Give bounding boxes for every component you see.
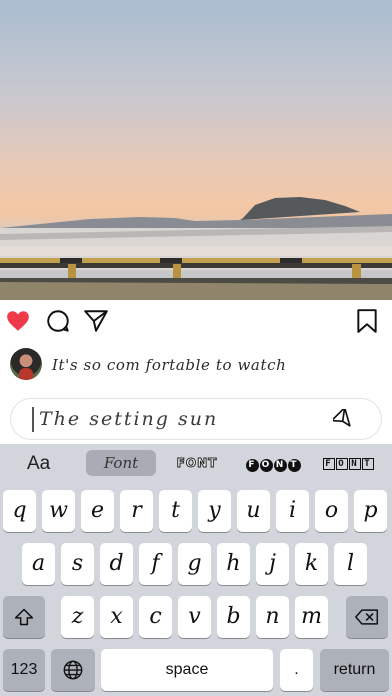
bookmark-icon[interactable]	[354, 308, 380, 334]
key-y[interactable]: y	[198, 490, 231, 532]
key-v[interactable]: v	[178, 596, 211, 638]
font-letter: T	[361, 458, 374, 470]
post-photo[interactable]	[0, 0, 392, 300]
key-o[interactable]: o	[315, 490, 348, 532]
font-style-bar: Aa Font FONT FONT FONT	[0, 444, 392, 482]
font-letter: T	[287, 459, 301, 472]
shift-icon	[14, 608, 34, 626]
keyboard: Aa Font FONT FONT FONT q w e r t y u i o…	[0, 444, 392, 696]
key-h[interactable]: h	[217, 543, 250, 585]
font-letter: N	[348, 458, 361, 470]
key-q[interactable]: q	[3, 490, 36, 532]
font-option-circled[interactable]: FONT	[242, 450, 304, 476]
font-option-outline[interactable]: FONT	[165, 450, 229, 476]
avatar[interactable]	[10, 348, 42, 380]
key-e[interactable]: e	[81, 490, 114, 532]
delete-key[interactable]	[346, 596, 388, 638]
key-n[interactable]: n	[256, 596, 289, 638]
backspace-icon	[355, 609, 379, 625]
font-option-script[interactable]: Font	[86, 450, 156, 476]
key-f[interactable]: f	[139, 543, 172, 585]
globe-icon	[63, 660, 83, 680]
key-z[interactable]: z	[61, 596, 94, 638]
key-s[interactable]: s	[61, 543, 94, 585]
comment-row: It's so com fortable to watch	[0, 344, 392, 388]
key-x[interactable]: x	[100, 596, 133, 638]
key-t[interactable]: t	[159, 490, 192, 532]
key-d[interactable]: d	[100, 543, 133, 585]
key-b[interactable]: b	[217, 596, 250, 638]
key-m[interactable]: m	[295, 596, 328, 638]
font-letter: F	[322, 458, 335, 470]
font-letter: O	[335, 458, 348, 470]
key-g[interactable]: g	[178, 543, 211, 585]
sunset-photo	[0, 197, 392, 300]
key-r[interactable]: r	[120, 490, 153, 532]
font-letter: N	[273, 459, 287, 472]
numbers-key[interactable]: 123	[3, 649, 45, 691]
key-i[interactable]: i	[276, 490, 309, 532]
key-c[interactable]: c	[139, 596, 172, 638]
input-value: The setting sun	[39, 408, 219, 430]
comment-text: It's so com fortable to watch	[52, 356, 287, 374]
shift-key[interactable]	[3, 596, 45, 638]
key-j[interactable]: j	[256, 543, 289, 585]
font-option-boxed[interactable]: FONT	[318, 450, 378, 476]
heart-icon[interactable]	[5, 308, 31, 334]
comment-input[interactable]: The setting sun	[10, 398, 382, 440]
post-actions	[0, 300, 392, 340]
send-icon[interactable]	[83, 308, 109, 334]
space-key[interactable]: space	[101, 649, 273, 691]
key-w[interactable]: w	[42, 490, 75, 532]
key-l[interactable]: l	[334, 543, 367, 585]
period-key[interactable]: .	[280, 649, 313, 691]
font-letter: O	[259, 459, 273, 472]
font-selector[interactable]: Aa	[27, 453, 50, 475]
key-p[interactable]: p	[354, 490, 387, 532]
globe-key[interactable]	[51, 649, 95, 691]
return-key[interactable]: return	[320, 649, 389, 691]
key-k[interactable]: k	[295, 543, 328, 585]
font-letter: F	[245, 459, 259, 472]
key-a[interactable]: a	[22, 543, 55, 585]
send-icon[interactable]	[333, 409, 355, 431]
key-u[interactable]: u	[237, 490, 270, 532]
comment-icon[interactable]	[45, 308, 71, 334]
text-cursor	[32, 407, 34, 432]
